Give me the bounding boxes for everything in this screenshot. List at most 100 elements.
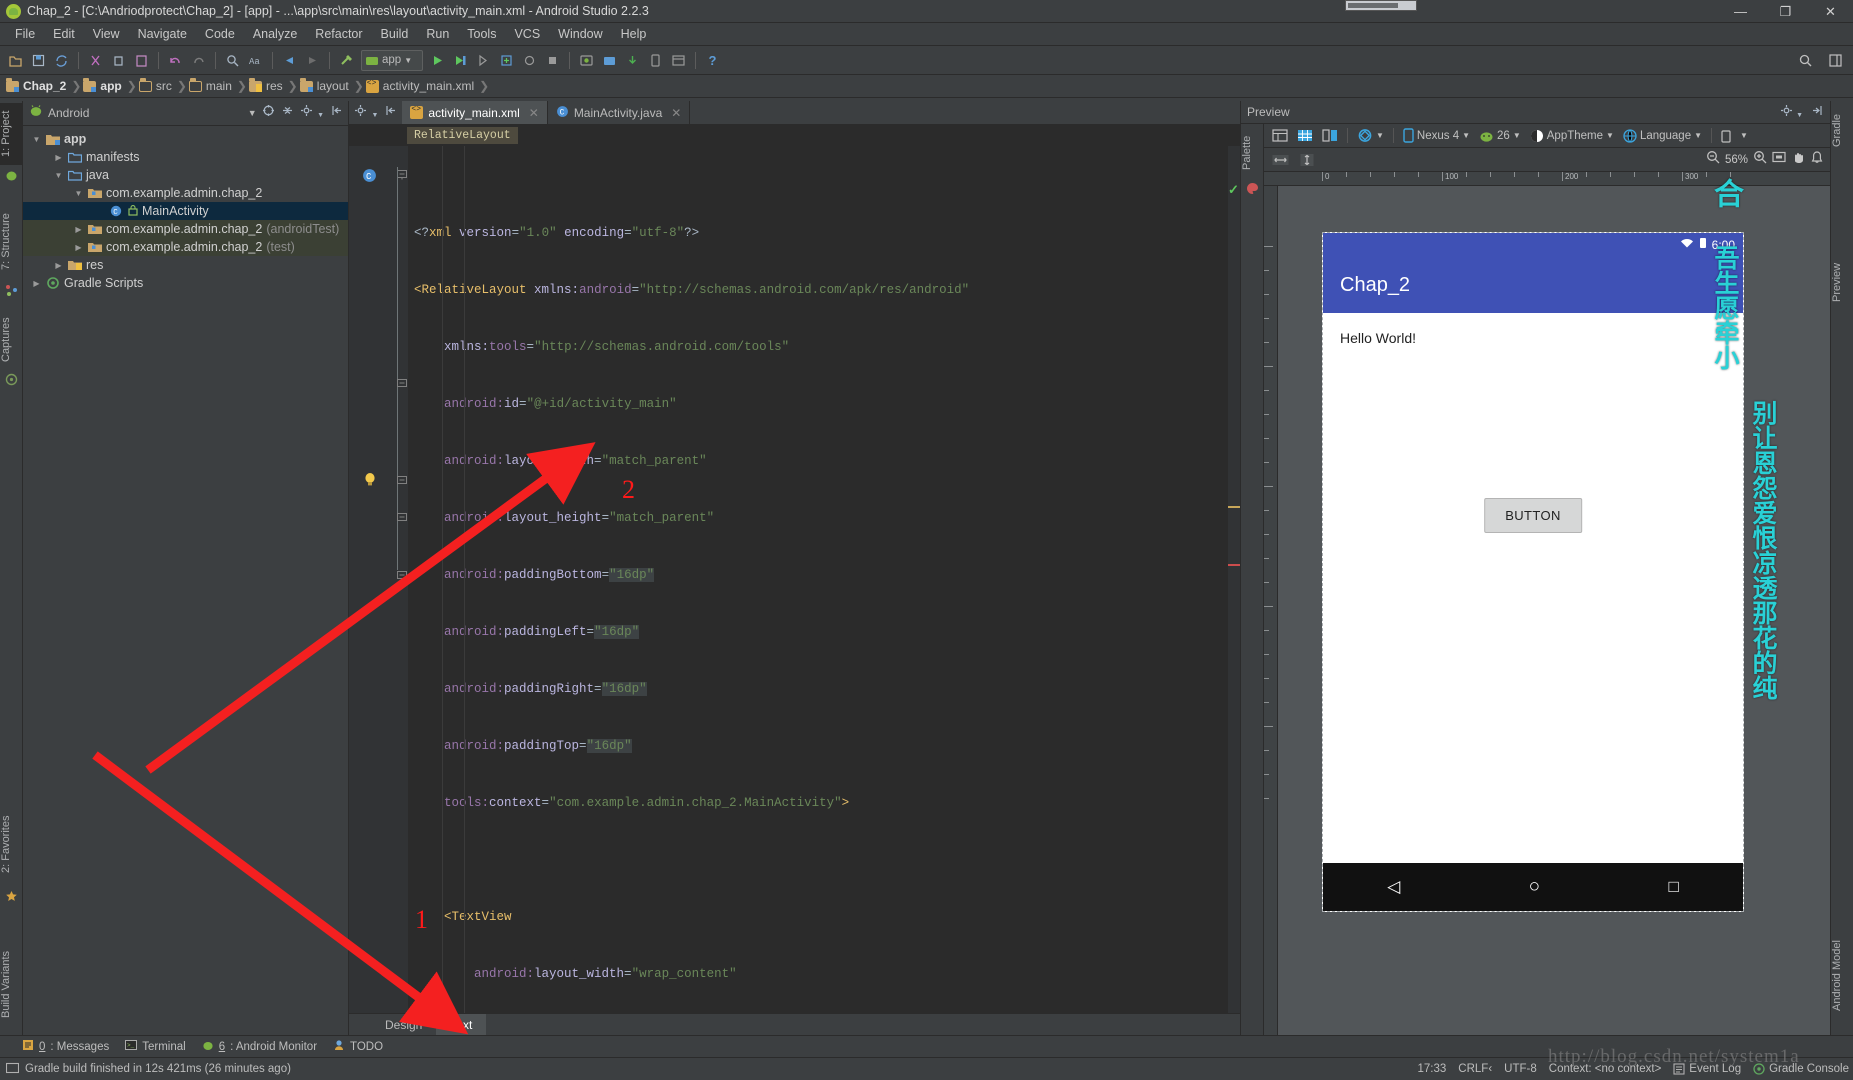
expand-arrow-icon[interactable]: ▶	[53, 261, 64, 270]
rail-tab-preview[interactable]: Preview	[1831, 251, 1853, 313]
fold-column[interactable]	[396, 146, 408, 1013]
rail-tab-gradle[interactable]: Gradle	[1831, 104, 1853, 156]
paste-icon[interactable]	[131, 50, 152, 71]
run-with-coverage-icon[interactable]	[473, 50, 494, 71]
expand-arrow-icon[interactable]: ▼	[73, 189, 84, 198]
avd-icon-2[interactable]	[645, 50, 666, 71]
class-marker-icon[interactable]: C	[362, 168, 377, 188]
rail-tab-build-variants[interactable]: Build Variants	[0, 938, 23, 1030]
preview-canvas[interactable]: 0 100 200 300 6:00 Chap_2 Hello World! B…	[1264, 172, 1830, 1035]
expand-horizontal-icon[interactable]	[1269, 150, 1292, 169]
error-marker[interactable]	[1228, 564, 1240, 566]
tab-design[interactable]: Design	[371, 1014, 436, 1035]
close-icon[interactable]: ✕	[529, 106, 539, 120]
expand-arrow-icon[interactable]: ▶	[31, 279, 42, 288]
tree-node-java[interactable]: ▼ java	[23, 166, 348, 184]
help-icon[interactable]: ?	[702, 50, 723, 71]
breadcrumb-activity-main-xml[interactable]: activity_main.xml	[365, 79, 477, 93]
devices-preview-icon[interactable]: ▼	[1718, 126, 1751, 145]
menu-refactor[interactable]: Refactor	[306, 25, 371, 43]
window-drag-handle[interactable]	[1345, 0, 1417, 11]
avd-manager-icon[interactable]	[576, 50, 597, 71]
tree-node-gradle-scripts[interactable]: ▶ Gradle Scripts	[23, 274, 348, 292]
menu-run[interactable]: Run	[417, 25, 458, 43]
redo-icon[interactable]	[188, 50, 209, 71]
nav-back-icon[interactable]: ◁	[1387, 877, 1400, 897]
theme-selector[interactable]: AppTheme ▼	[1527, 126, 1617, 145]
tab-text[interactable]: Text	[436, 1014, 487, 1035]
warning-marker[interactable]	[1228, 506, 1240, 508]
breadcrumb-chap-2[interactable]: Chap_2	[6, 77, 69, 93]
fold-button-icon[interactable]	[397, 510, 407, 528]
editor-gutter[interactable]: C	[349, 146, 396, 1013]
tree-node-package-test[interactable]: ▶ com.example.admin.chap_2 (test)	[23, 238, 348, 256]
project-view-selector[interactable]: Android	[48, 106, 89, 120]
search-everywhere-icon[interactable]	[1795, 50, 1816, 71]
open-file-icon[interactable]	[5, 50, 26, 71]
zoom-out-icon[interactable]	[1706, 150, 1720, 169]
tool-window-messages[interactable]: 0 : Messages	[22, 1039, 109, 1054]
layout-toggle-icon[interactable]	[1825, 50, 1846, 71]
tree-node-app[interactable]: ▼ app	[23, 130, 348, 148]
menu-vcs[interactable]: VCS	[505, 25, 549, 43]
hide-panel-icon[interactable]	[330, 104, 343, 122]
blueprint-mode-icon[interactable]	[1294, 126, 1316, 145]
nav-home-icon[interactable]: ○	[1529, 876, 1540, 898]
rail-tab-palette[interactable]: Palette	[1241, 127, 1264, 179]
status-encoding[interactable]: UTF-8	[1504, 1063, 1537, 1075]
forward-icon[interactable]	[302, 50, 323, 71]
zoom-fit-icon[interactable]	[1772, 150, 1786, 169]
cut-icon[interactable]	[85, 50, 106, 71]
tool-window-terminal[interactable]: >_ Terminal	[125, 1039, 186, 1054]
device-preview-frame[interactable]: 6:00 Chap_2 Hello World! BUTTON ◁ ○ □	[1322, 232, 1744, 912]
breadcrumb-app[interactable]: app	[83, 77, 124, 93]
collapse-all-icon[interactable]	[281, 104, 294, 122]
gear-icon[interactable]: ▼	[300, 104, 324, 122]
breadcrumb-layout[interactable]: layout	[299, 77, 352, 93]
tool-window-android-monitor[interactable]: 6 : Android Monitor	[202, 1039, 317, 1054]
menu-file[interactable]: File	[6, 25, 44, 43]
close-icon[interactable]: ✕	[671, 106, 681, 120]
menu-help[interactable]: Help	[612, 25, 656, 43]
rail-tab-android-model[interactable]: Android Model	[1831, 922, 1853, 1030]
menu-edit[interactable]: Edit	[44, 25, 84, 43]
close-button[interactable]: ✕	[1808, 0, 1853, 23]
language-selector[interactable]: Language ▼	[1620, 126, 1705, 145]
editor-marker-bar[interactable]: ✓	[1228, 146, 1240, 1013]
editor-tab-activity-main-xml[interactable]: activity_main.xml ✕	[402, 101, 548, 124]
status-line-separator[interactable]: CRLF‹	[1458, 1063, 1492, 1075]
fold-button-end-icon[interactable]	[397, 566, 407, 584]
stop-icon[interactable]	[542, 50, 563, 71]
find-icon[interactable]	[222, 50, 243, 71]
attach-debugger-icon[interactable]	[496, 50, 517, 71]
expand-vertical-icon[interactable]	[1297, 150, 1317, 169]
orientation-icon[interactable]: ▼	[1354, 126, 1387, 145]
breadcrumb-res[interactable]: res	[248, 77, 286, 93]
fold-textview-end-icon[interactable]	[397, 471, 407, 489]
debug-icon[interactable]	[450, 50, 471, 71]
project-structure-icon[interactable]	[668, 50, 689, 71]
zoom-in-icon[interactable]	[1753, 150, 1767, 169]
tree-node-package-androidtest[interactable]: ▶ com.example.admin.chap_2 (androidTest)	[23, 220, 348, 238]
menu-view[interactable]: View	[84, 25, 129, 43]
preview-textview-hello[interactable]: Hello World!	[1340, 330, 1416, 346]
nav-recents-icon[interactable]: □	[1669, 877, 1679, 897]
sync-gradle-icon[interactable]	[622, 50, 643, 71]
step-over-icon[interactable]	[519, 50, 540, 71]
menu-build[interactable]: Build	[372, 25, 418, 43]
notifications-bell-icon[interactable]	[1810, 150, 1824, 169]
breadcrumb-src[interactable]: src	[138, 77, 175, 93]
expand-arrow-icon[interactable]: ▶	[53, 153, 64, 162]
expand-arrow-icon[interactable]: ▼	[53, 171, 64, 180]
build-hammer-icon[interactable]	[336, 50, 357, 71]
code-text[interactable]: <?xml version="1.0" encoding="utf-8"?> <…	[408, 146, 1228, 1013]
gear-icon[interactable]: ▼	[1780, 104, 1803, 120]
tree-node-manifests[interactable]: ▶ manifests	[23, 148, 348, 166]
menu-window[interactable]: Window	[549, 25, 611, 43]
replace-icon[interactable]: Aa	[245, 50, 266, 71]
sdk-manager-icon[interactable]	[599, 50, 620, 71]
hide-panel-icon[interactable]	[384, 104, 397, 122]
undo-icon[interactable]	[165, 50, 186, 71]
save-all-icon[interactable]	[28, 50, 49, 71]
rail-tab-favorites[interactable]: 2: Favorites	[0, 808, 23, 880]
